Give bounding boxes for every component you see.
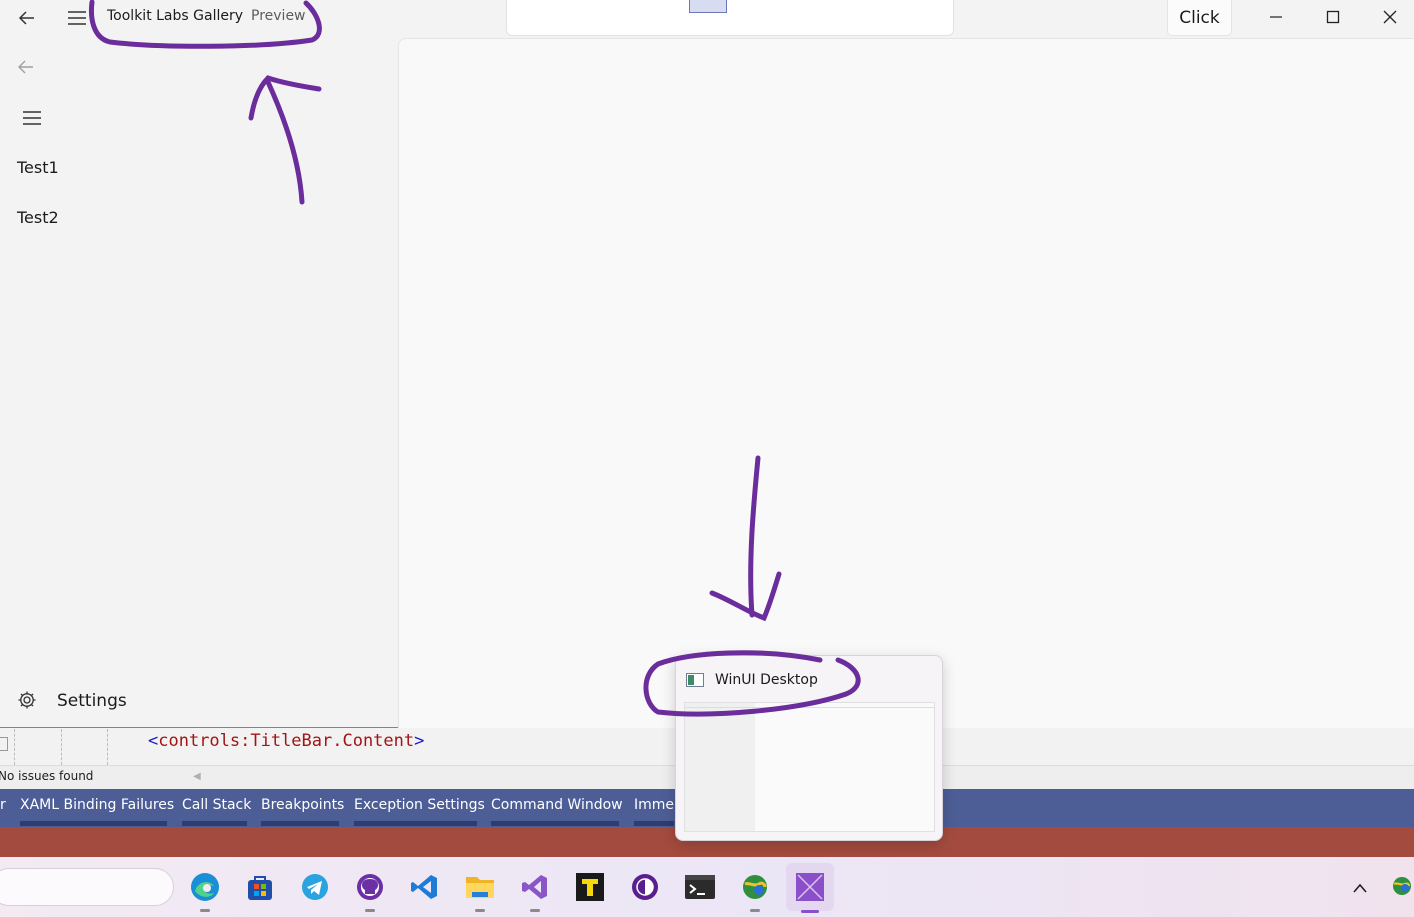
running-indicator <box>530 909 540 912</box>
settings-label[interactable]: Settings <box>57 691 127 711</box>
taskbar <box>0 857 1414 917</box>
tab-exception-settings[interactable]: Exception Settings <box>354 797 485 813</box>
gear-icon[interactable] <box>17 690 39 712</box>
winui-app-icon[interactable] <box>786 863 834 913</box>
tab-output[interactable]: r <box>0 797 6 813</box>
nav-back-arrow-icon[interactable] <box>17 58 39 78</box>
globe-app-icon[interactable] <box>735 867 775 912</box>
tab-command-window[interactable]: Command Window <box>491 797 623 813</box>
tor-browser-icon[interactable] <box>625 867 665 907</box>
tab-underline <box>354 821 477 826</box>
tab-underline <box>261 821 339 826</box>
click-button[interactable]: Click <box>1167 0 1232 36</box>
active-indicator <box>801 910 819 913</box>
code-bracket: > <box>414 731 425 751</box>
telegram-icon[interactable] <box>295 867 335 907</box>
preview-nav <box>685 703 755 831</box>
chevron-up-icon[interactable] <box>1352 879 1368 898</box>
indent-guide <box>107 729 108 765</box>
back-arrow-icon[interactable] <box>10 0 44 36</box>
tab-underline <box>20 821 167 826</box>
minimize-icon[interactable] <box>1248 0 1304 34</box>
hamburger-menu-icon[interactable] <box>62 0 92 36</box>
close-icon[interactable] <box>1362 0 1414 34</box>
preview-titlebar <box>685 703 935 708</box>
app-title-text: Toolkit Labs Gallery <box>107 8 244 24</box>
running-indicator <box>750 909 760 912</box>
vscode-icon[interactable] <box>405 867 445 907</box>
tab-breakpoints[interactable]: Breakpoints <box>261 797 344 813</box>
running-indicator <box>365 909 375 912</box>
tab-underline <box>634 821 674 826</box>
taskbar-search-box[interactable] <box>0 868 174 906</box>
maximize-icon[interactable] <box>1305 0 1361 34</box>
indent-guide <box>61 729 62 765</box>
terminal-icon[interactable] <box>680 867 720 907</box>
tab-xaml-binding-failures[interactable]: XAML Binding Failures <box>20 797 174 813</box>
search-chip <box>689 0 727 13</box>
tab-underline <box>491 821 619 826</box>
tab-immediate-window[interactable]: Imme <box>634 797 674 813</box>
navigation-pane: Test1 Test2 Settings <box>0 36 398 728</box>
github-desktop-icon[interactable] <box>350 867 390 912</box>
app-window-icon <box>686 672 704 691</box>
code-tag-name: controls:TitleBar.Content <box>158 731 415 751</box>
typora-icon[interactable] <box>570 867 610 907</box>
issues-status[interactable]: No issues found <box>0 769 93 783</box>
running-indicator <box>200 909 210 912</box>
tab-call-stack[interactable]: Call Stack <box>182 797 251 813</box>
app-subtitle: Preview <box>251 8 306 24</box>
title-bar: Toolkit Labs Gallery Preview Click <box>0 0 1414 36</box>
code-line[interactable]: <controls:TitleBar.Content> <box>148 731 424 751</box>
nav-item-test1[interactable]: Test1 <box>17 158 59 177</box>
nav-hamburger-icon[interactable] <box>22 110 44 128</box>
scroll-left-icon[interactable]: ◀ <box>193 771 201 782</box>
indent-guide <box>14 729 15 765</box>
taskbar-thumbnail-popup[interactable]: WinUI Desktop <box>675 655 943 841</box>
nav-item-test2[interactable]: Test2 <box>17 208 59 227</box>
collapse-marker[interactable] <box>0 737 8 751</box>
title-search-box[interactable] <box>506 0 954 36</box>
content-area <box>398 38 1414 728</box>
store-icon[interactable] <box>240 867 280 907</box>
app-title: Toolkit Labs Gallery Preview <box>107 8 306 24</box>
visual-studio-icon[interactable] <box>515 867 555 912</box>
edge-icon[interactable] <box>185 867 225 912</box>
thumbnail-title: WinUI Desktop <box>715 672 818 688</box>
thumbnail-preview[interactable] <box>684 702 935 832</box>
file-explorer-icon[interactable] <box>460 867 500 912</box>
tab-underline <box>182 821 247 826</box>
app-window: Toolkit Labs Gallery Preview Click Test1 … <box>0 0 1414 728</box>
code-bracket: < <box>148 731 159 751</box>
tray-globe-icon[interactable] <box>1390 875 1414 901</box>
running-indicator <box>475 909 485 912</box>
